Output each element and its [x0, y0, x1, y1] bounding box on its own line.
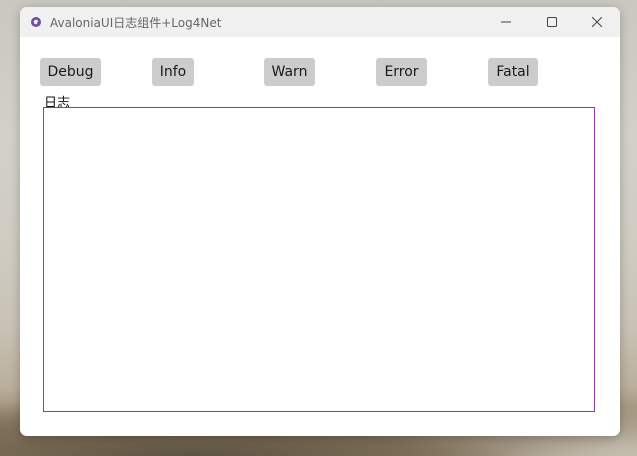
warn-button[interactable]: Warn: [264, 58, 315, 86]
info-button[interactable]: Info: [152, 58, 194, 86]
desktop-background: AvaloniaUI日志组件+Log4Net Debug Info Warn E…: [0, 0, 637, 456]
maximize-button[interactable]: [529, 7, 575, 37]
window-title: AvaloniaUI日志组件+Log4Net: [50, 16, 222, 30]
minimize-button[interactable]: [483, 7, 529, 37]
maximize-icon: [547, 17, 557, 27]
avalonia-logo-icon: [31, 17, 41, 27]
error-button[interactable]: Error: [376, 58, 427, 86]
title-bar[interactable]: AvaloniaUI日志组件+Log4Net: [20, 7, 620, 37]
log-output-box[interactable]: [43, 107, 595, 412]
close-button[interactable]: [574, 7, 620, 37]
fatal-button[interactable]: Fatal: [488, 58, 538, 86]
app-window: AvaloniaUI日志组件+Log4Net Debug Info Warn E…: [20, 7, 620, 436]
client-area: Debug Info Warn Error Fatal 日志: [20, 37, 620, 436]
debug-button[interactable]: Debug: [40, 58, 101, 86]
close-icon: [592, 17, 602, 27]
minimize-icon: [501, 21, 511, 23]
